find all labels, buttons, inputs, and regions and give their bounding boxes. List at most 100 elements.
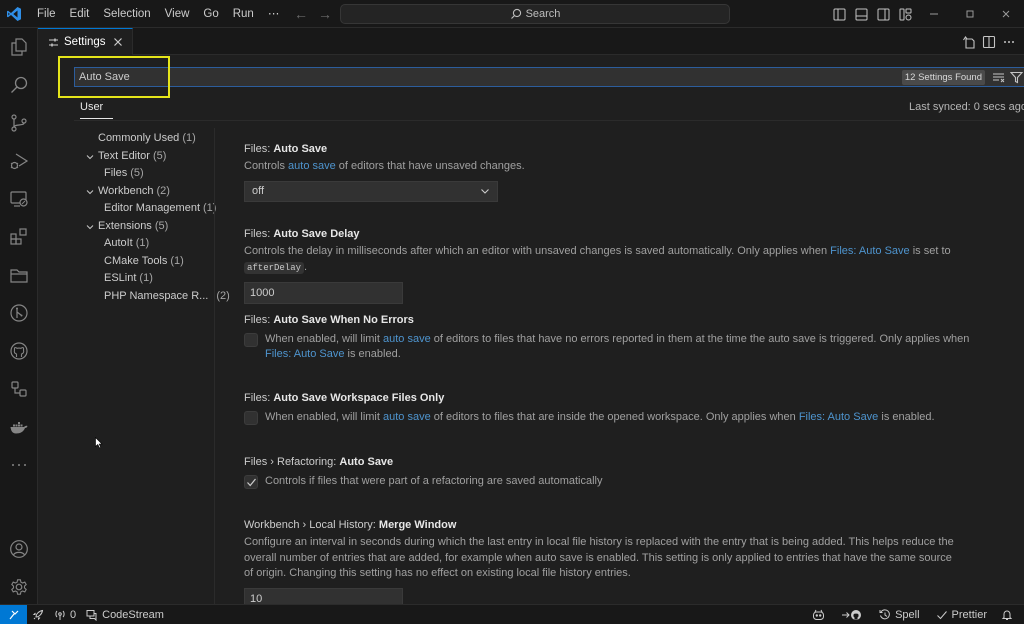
auto-save-select[interactable]: off <box>244 180 498 202</box>
clear-search-filter-icon[interactable] <box>990 69 1006 85</box>
toggle-primary-sidebar-icon[interactable] <box>829 4 849 24</box>
forward-arrow-icon[interactable]: → <box>318 6 332 22</box>
chevron-down-icon <box>86 189 94 194</box>
auto-save-workspace-files-only-checkbox[interactable] <box>244 411 258 425</box>
toc-item-commonly-used[interactable]: Commonly Used (1) <box>81 130 215 148</box>
toggle-panel-icon[interactable] <box>851 4 871 24</box>
toggle-secondary-sidebar-icon[interactable] <box>873 4 893 24</box>
broadcast-icon <box>55 610 65 620</box>
auto-save-link[interactable]: auto save <box>383 411 431 423</box>
tab-label: Settings <box>64 36 106 48</box>
ports-item[interactable]: 0 <box>49 605 81 624</box>
files-auto-save-link[interactable]: Files: Auto Save <box>830 245 910 257</box>
files-auto-save-link[interactable]: Files: Auto Save <box>265 348 345 360</box>
toc-item-editor-management[interactable]: Editor Management (1) <box>81 200 216 218</box>
status-bar-right: Spell Prettier <box>807 605 1018 624</box>
more-views-icon[interactable] <box>0 446 38 484</box>
menu-edit[interactable]: Edit <box>63 0 97 28</box>
notifications-item[interactable] <box>996 605 1018 624</box>
toc-item-files[interactable]: Files (5) <box>81 165 215 183</box>
command-center-label: Search <box>525 8 561 20</box>
menu-more[interactable]: ⋯ <box>261 0 287 28</box>
status-bar: 0 CodeStream Spell Prettier <box>0 604 1024 624</box>
close-tab-icon[interactable] <box>110 34 126 50</box>
check-icon <box>936 611 947 620</box>
source-control-icon[interactable] <box>0 104 38 142</box>
minimize-button[interactable] <box>916 0 952 28</box>
setting-title: Files: Auto Save Delay <box>244 228 360 240</box>
settings-editor: 12 Settings Found User Last synced: 0 se… <box>39 56 1024 610</box>
spell-check-item[interactable]: Spell <box>874 605 924 624</box>
setting-files-auto-save: Files: Auto Save Controls auto save of e… <box>244 141 984 202</box>
codestream-icon[interactable] <box>0 370 38 408</box>
codestream-status-item[interactable]: CodeStream <box>81 605 169 624</box>
files-auto-save-link[interactable]: Files: Auto Save <box>799 411 879 423</box>
setting-description: When enabled, will limit auto save of ed… <box>265 333 970 360</box>
auto-save-select-value: off <box>252 185 265 197</box>
toc-item-workbench[interactable]: Workbench (2) <box>81 183 215 201</box>
checkmark-icon <box>246 478 256 486</box>
customize-layout-icon[interactable] <box>895 4 915 24</box>
accounts-icon[interactable] <box>0 530 38 568</box>
toc-item-eslint[interactable]: ESLint (1) <box>81 270 215 288</box>
menu-go[interactable]: Go <box>196 0 225 28</box>
git-graph-icon[interactable] <box>0 294 38 332</box>
toc-item-text-editor[interactable]: Text Editor (5) <box>81 148 215 166</box>
manage-gear-icon[interactable] <box>0 568 38 606</box>
setting-files-auto-save-when-no-errors: Files: Auto Save When No Errors When ena… <box>244 312 984 362</box>
extensions-icon[interactable] <box>0 218 38 256</box>
docker-icon[interactable] <box>0 408 38 446</box>
copilot-icon <box>813 609 825 620</box>
explorer-icon[interactable] <box>0 28 38 66</box>
project-manager-folder-icon[interactable] <box>0 256 38 294</box>
settings-search-box: 12 Settings Found <box>74 67 1024 87</box>
menu-bar: File Edit Selection View Go Run ⋯ <box>30 0 286 28</box>
comment-discussion-icon <box>86 609 97 621</box>
setting-title: Files: Auto Save When No Errors <box>244 314 414 326</box>
split-editor-icon[interactable] <box>982 35 996 49</box>
close-window-button[interactable] <box>988 0 1024 28</box>
menu-run[interactable]: Run <box>226 0 261 28</box>
maximize-button[interactable] <box>952 0 988 28</box>
open-settings-json-icon[interactable] <box>962 35 976 49</box>
setting-files-refactoring-auto-save: Files › Refactoring: Auto Save Controls … <box>244 454 984 489</box>
setting-title: Files: Auto Save <box>244 143 328 155</box>
search-icon[interactable] <box>0 66 38 104</box>
settings-search-input[interactable] <box>75 68 902 86</box>
run-and-debug-icon[interactable] <box>0 142 38 180</box>
tab-settings[interactable]: Settings <box>38 28 133 55</box>
toc-item-autoit[interactable]: AutoIt (1) <box>81 235 215 253</box>
remote-indicator[interactable] <box>0 604 27 624</box>
refactoring-auto-save-checkbox[interactable] <box>244 475 258 489</box>
menu-view[interactable]: View <box>158 0 197 28</box>
more-actions-icon[interactable] <box>1002 35 1016 49</box>
back-arrow-icon[interactable]: ← <box>294 6 308 22</box>
command-center-search[interactable]: Search <box>340 4 730 24</box>
setting-files-auto-save-workspace-files-only: Files: Auto Save Workspace Files Only Wh… <box>244 390 984 425</box>
copilot-item[interactable] <box>807 605 830 624</box>
prettier-item[interactable]: Prettier <box>931 605 992 624</box>
menu-selection[interactable]: Selection <box>96 0 157 28</box>
setting-description: Controls auto save of editors that have … <box>244 160 525 172</box>
filter-icon[interactable] <box>1008 69 1024 85</box>
github-icon[interactable] <box>0 332 38 370</box>
menu-file[interactable]: File <box>30 0 63 28</box>
toc-item-php-namespace-resolver[interactable]: PHP Namespace R... (2) <box>81 288 230 306</box>
toc-item-extensions[interactable]: Extensions (5) <box>81 218 215 236</box>
mouse-pointer-icon <box>95 437 103 449</box>
setting-description: When enabled, will limit auto save of ed… <box>265 411 935 423</box>
setting-description: Controls if files that were part of a re… <box>265 475 603 487</box>
auto-save-link[interactable]: auto save <box>288 160 336 172</box>
toc-item-cmake-tools[interactable]: CMake Tools (1) <box>81 253 215 271</box>
activity-bar <box>0 28 38 604</box>
auto-save-link[interactable]: auto save <box>383 333 431 345</box>
last-synced-status: Last synced: 0 secs ago <box>908 101 1024 113</box>
auto-save-when-no-errors-checkbox[interactable] <box>244 333 258 347</box>
live-share-item[interactable] <box>27 605 49 624</box>
tab-user-settings[interactable]: User <box>80 101 113 119</box>
bell-icon <box>1001 610 1013 620</box>
remote-explorer-icon[interactable] <box>0 180 38 218</box>
history-icon <box>879 609 890 620</box>
auto-save-delay-input[interactable]: 1000 <box>244 282 403 304</box>
github-account-item[interactable] <box>836 605 868 624</box>
